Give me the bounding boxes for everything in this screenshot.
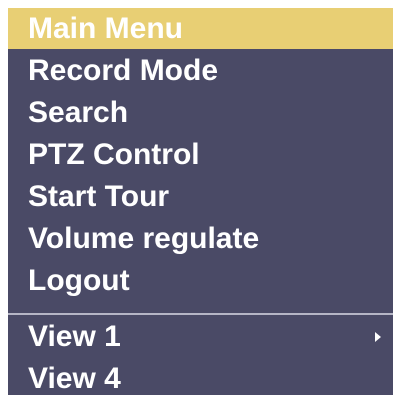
menu-item-logout[interactable]: Logout [8, 260, 393, 301]
menu-item-label: Logout [28, 264, 130, 297]
menu-item-label: Volume regulate [28, 222, 260, 255]
chevron-right-icon [375, 331, 381, 342]
menu-item-ptz-control[interactable]: PTZ Control [8, 134, 393, 175]
menu-item-label: PTZ Control [28, 138, 200, 171]
menu-item-label: Record Mode [28, 54, 219, 87]
menu-item-main-menu[interactable]: Main Menu [8, 8, 393, 49]
menu-item-view-1[interactable]: View 1 [8, 316, 393, 357]
menu-item-search[interactable]: Search [8, 92, 393, 133]
menu-item-record-mode[interactable]: Record Mode [8, 50, 393, 91]
menu-item-label: Start Tour [28, 180, 170, 213]
menu-item-label: View 1 [28, 320, 121, 353]
menu-item-start-tour[interactable]: Start Tour [8, 176, 393, 217]
menu-divider [8, 313, 393, 315]
menu-item-volume-regulate[interactable]: Volume regulate [8, 218, 393, 259]
menu-item-label: Main Menu [28, 12, 183, 45]
context-menu: Main Menu Record Mode Search PTZ Control… [8, 8, 393, 395]
menu-item-label: Search [28, 96, 129, 129]
menu-item-label: View 4 [28, 362, 121, 395]
menu-item-view-4[interactable]: View 4 [8, 358, 393, 395]
